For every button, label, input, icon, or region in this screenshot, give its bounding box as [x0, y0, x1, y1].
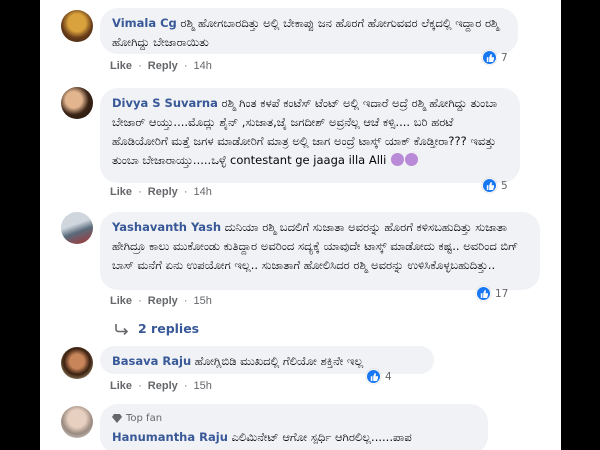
- badge-label: Top fan: [126, 413, 163, 424]
- reply-button[interactable]: Reply: [148, 295, 178, 307]
- avatar[interactable]: [61, 87, 93, 119]
- top-fan-badge: Top fan: [112, 409, 476, 428]
- reaction-count-value: 7: [501, 51, 508, 64]
- reaction-count[interactable]: 4: [366, 369, 392, 384]
- comment-actions: Like · Reply · 15h: [110, 380, 212, 392]
- thumbs-up-icon: [482, 178, 497, 193]
- comment-text: ಹೋಗ್ಲಿಬಿಡಿ ಮುಖದಲ್ಲಿ ಗೆಲಿಯೋ ಶಕ್ತಿನೇ ಇಲ್ಲ: [194, 354, 364, 368]
- comment-actions: Like · Reply · 14h: [110, 60, 212, 72]
- commenter-name[interactable]: Divya S Suvarna: [112, 96, 218, 110]
- comment-bubble: Divya S Suvarna ರಶ್ಮಿ ಗಿಂತ ಕಳಪೆ ಕಂಟೆಸ್ ಟ…: [100, 88, 520, 183]
- reply-button[interactable]: Reply: [148, 186, 178, 198]
- timestamp[interactable]: 14h: [194, 60, 212, 72]
- reaction-count-value: 5: [501, 179, 508, 192]
- reply-arrow-icon: [115, 323, 129, 335]
- comment-actions: Like · Reply · 15h: [110, 295, 212, 307]
- reaction-count[interactable]: 7: [482, 50, 508, 65]
- reply-button[interactable]: Reply: [148, 60, 178, 72]
- emoji-icon: [404, 153, 418, 166]
- thumbs-up-icon: [482, 50, 497, 65]
- timestamp[interactable]: 15h: [194, 380, 212, 392]
- like-button[interactable]: Like: [110, 60, 132, 72]
- comments-panel: Vimala Cg ರಶ್ಮಿ ಹೋಗಬಾರದಿತ್ತು ಅಲ್ಲಿ ಬೇಕಾಪ…: [40, 0, 561, 450]
- comment-text: ಎಲಿಮಿನೇಟ್ ಆಗೋ ಸ್ಪರ್ಧಿ ಆಗಿರಲಿಲ್ಲ......ಪಾಪ: [231, 430, 412, 444]
- like-button[interactable]: Like: [110, 380, 132, 392]
- timestamp[interactable]: 15h: [194, 295, 212, 307]
- like-button[interactable]: Like: [110, 186, 132, 198]
- reply-button[interactable]: Reply: [148, 380, 178, 392]
- avatar[interactable]: [61, 347, 93, 379]
- emoji-icon: [390, 153, 404, 166]
- reaction-count-value: 4: [385, 370, 392, 383]
- comment-bubble: Top fan Hanumantha Raju ಎಲಿಮಿನೇಟ್ ಆಗೋ ಸ್…: [100, 404, 488, 450]
- comment-bubble: Yashavanth Yash ದುನಿಯಾ ರಶ್ಮಿ ಬದಲಿಗೆ ಸುಜಾ…: [100, 212, 540, 290]
- avatar[interactable]: [61, 406, 93, 438]
- avatar[interactable]: [61, 212, 93, 244]
- diamond-icon: [112, 414, 122, 423]
- commenter-name[interactable]: Basava Raju: [112, 354, 191, 368]
- reaction-count-value: 17: [495, 287, 509, 300]
- timestamp[interactable]: 14h: [194, 186, 212, 198]
- commenter-name[interactable]: Yashavanth Yash: [112, 220, 221, 234]
- thumbs-up-icon: [366, 369, 381, 384]
- comment-actions: Like · Reply · 14h: [110, 186, 212, 198]
- like-button[interactable]: Like: [110, 295, 132, 307]
- thumbs-up-icon: [476, 286, 491, 301]
- reaction-count[interactable]: 5: [482, 178, 508, 193]
- commenter-name[interactable]: Hanumantha Raju: [112, 430, 228, 444]
- commenter-name[interactable]: Vimala Cg: [112, 16, 177, 30]
- reaction-count[interactable]: 17: [476, 286, 508, 301]
- comment-bubble: Vimala Cg ರಶ್ಮಿ ಹೋಗಬಾರದಿತ್ತು ಅಲ್ಲಿ ಬೇಕಾಪ…: [100, 8, 518, 54]
- replies-label: 2 replies: [138, 321, 200, 336]
- view-replies-link[interactable]: 2 replies: [114, 321, 199, 336]
- avatar[interactable]: [61, 10, 93, 42]
